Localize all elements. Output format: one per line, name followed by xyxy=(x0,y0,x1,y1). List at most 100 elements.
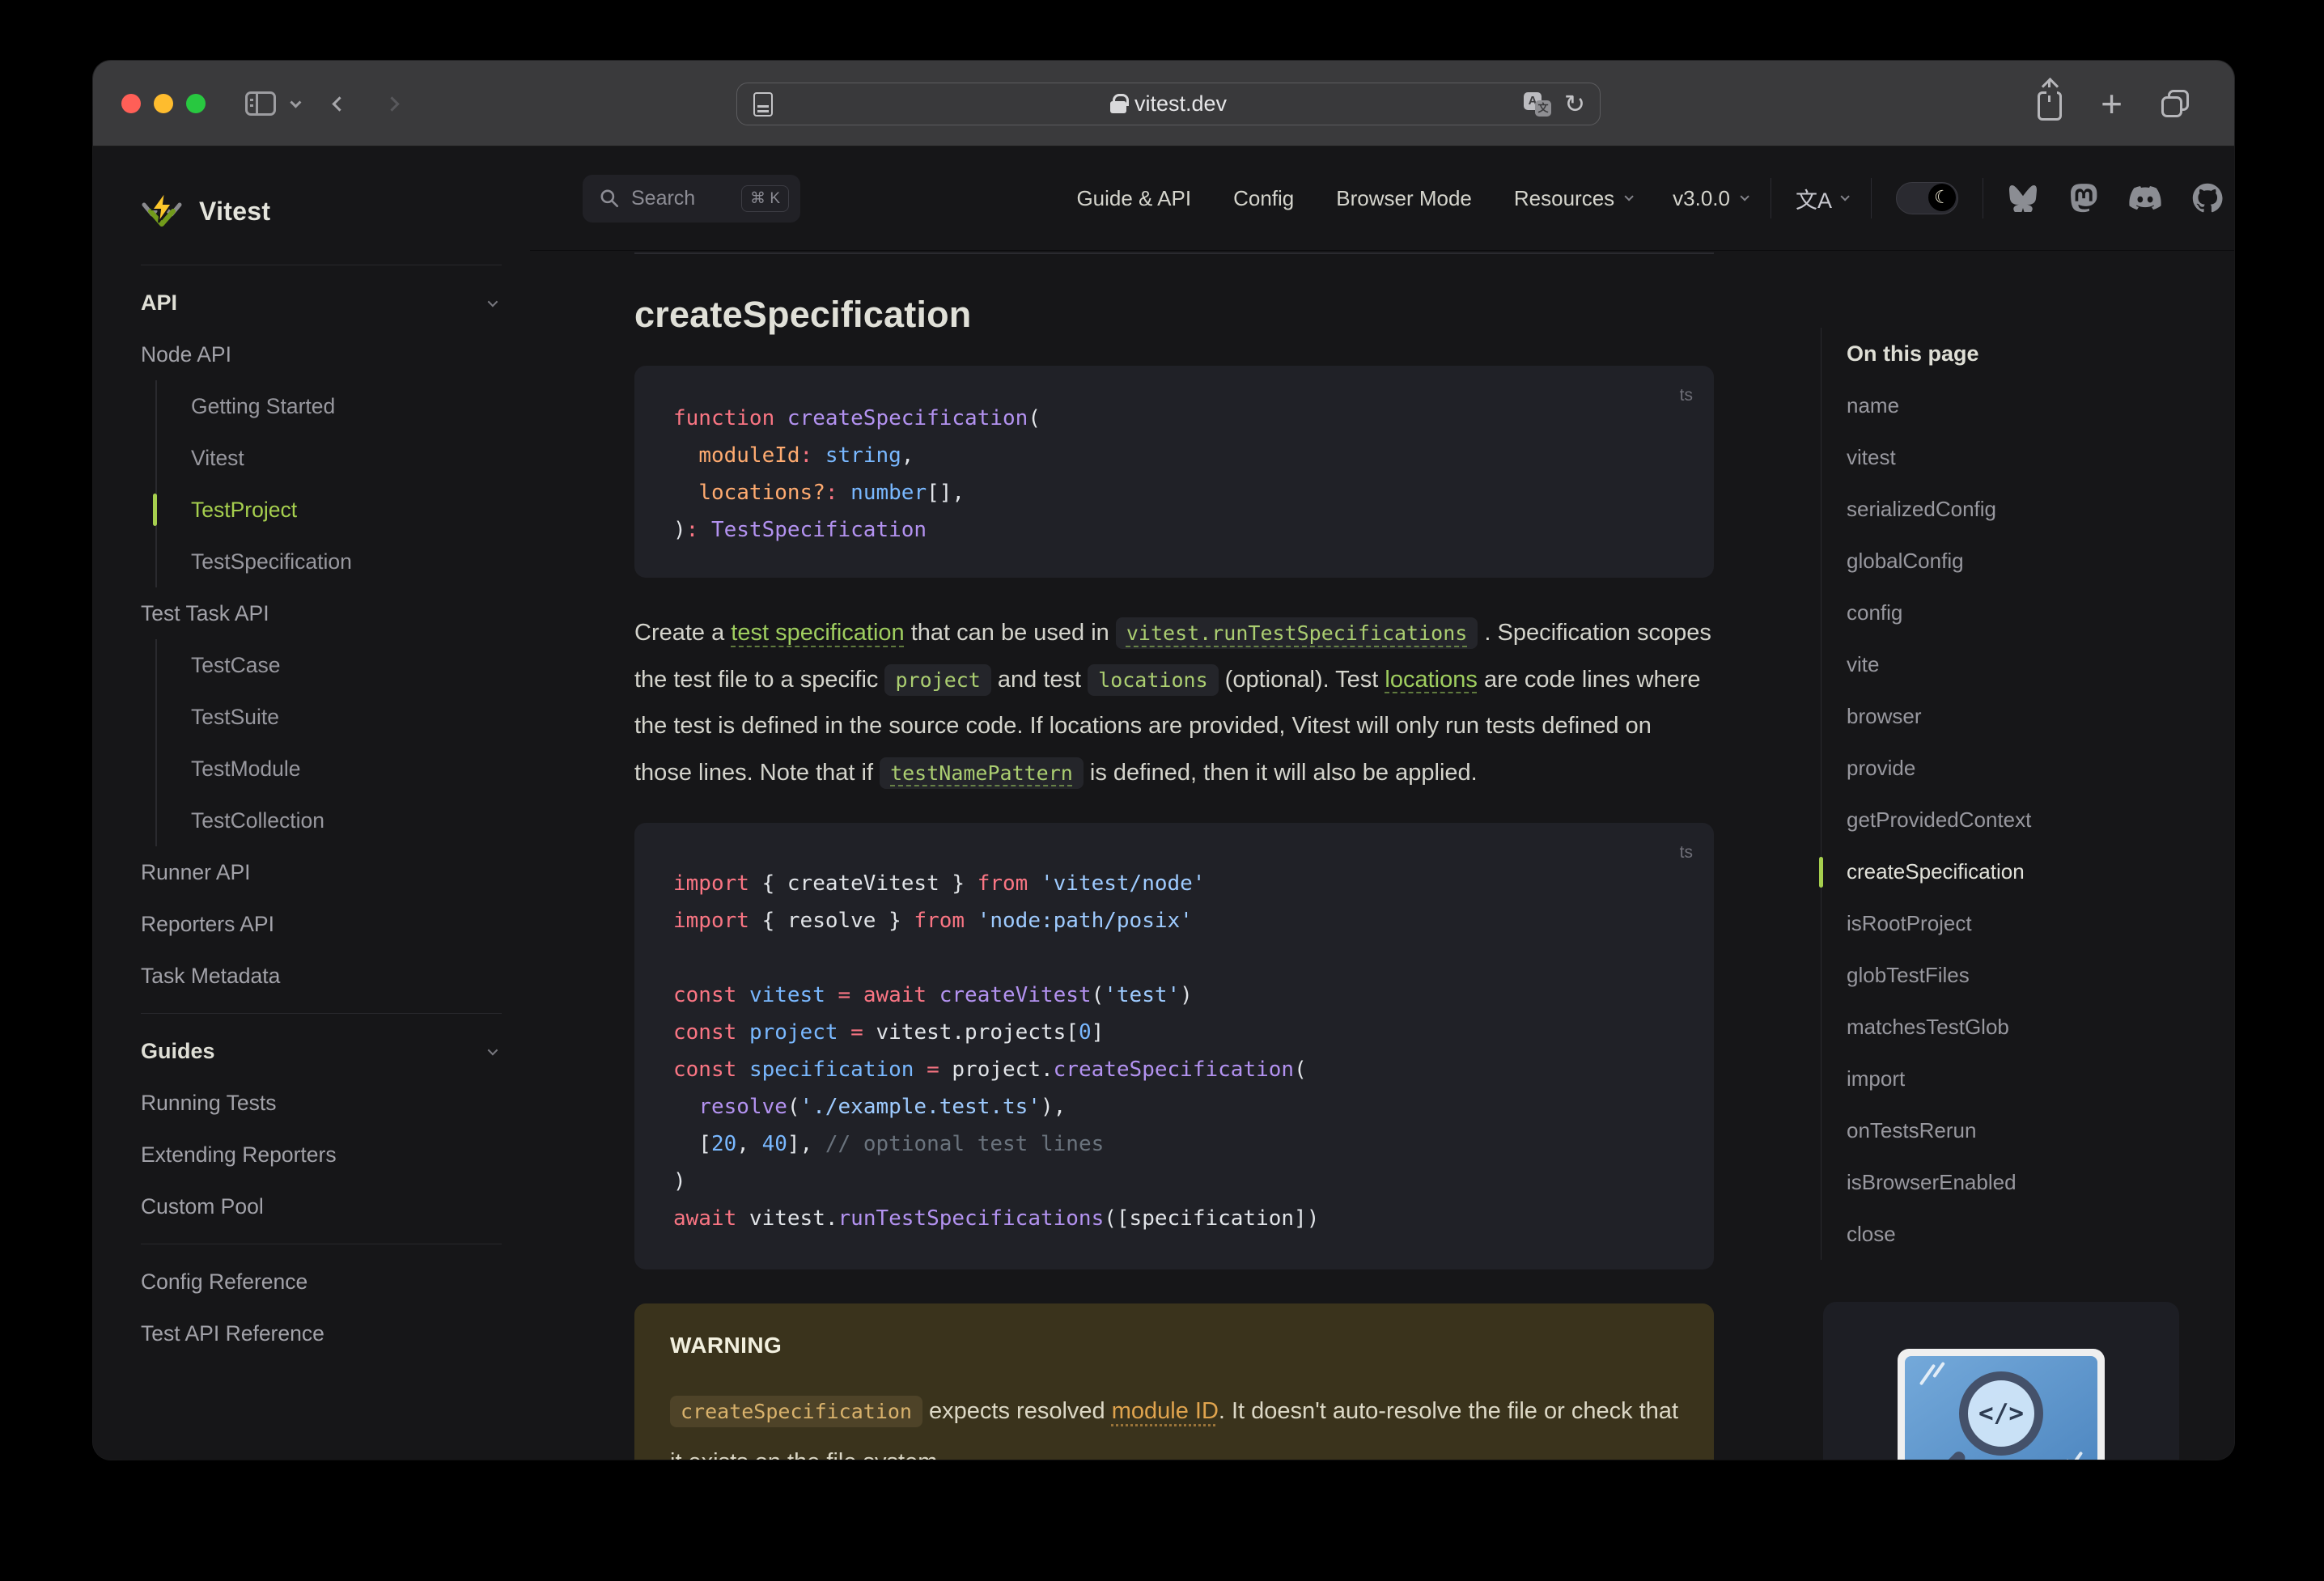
search-placeholder: Search xyxy=(631,186,696,210)
doc-link-test-specification[interactable]: test specification xyxy=(731,620,904,646)
sidebar-chevron-icon[interactable] xyxy=(290,96,302,108)
code-lang-badge: ts xyxy=(1679,843,1693,862)
nav-link-label: v3.0.0 xyxy=(1673,185,1730,210)
sidebar-item-testcase[interactable]: TestCase xyxy=(191,639,530,691)
nav-link-config[interactable]: Config xyxy=(1233,186,1294,211)
nav-link-label: Browser Mode xyxy=(1336,185,1472,210)
magnifier-code-icon: </> xyxy=(1959,1371,2043,1456)
docs-sidebar: Vitest API Node API Getting Started Vitest T… xyxy=(93,146,530,1460)
chevron-down-icon xyxy=(1740,192,1749,201)
warning-link-module-id[interactable]: module ID xyxy=(1112,1398,1219,1424)
code-line: import { createVitest } from 'vitest/nod… xyxy=(673,871,1206,896)
sidebar-item-running-tests[interactable]: Running Tests xyxy=(141,1077,530,1129)
sidebar-item-testcollection[interactable]: TestCollection xyxy=(191,795,530,846)
doc-code-link-testnamepattern[interactable]: testNamePattern xyxy=(880,757,1084,789)
toc-item-isrootproject[interactable]: isRootProject xyxy=(1847,897,2201,949)
nav-link-browser-mode[interactable]: Browser Mode xyxy=(1336,186,1472,211)
toc-item-globalconfig[interactable]: globalConfig xyxy=(1847,535,2201,587)
sidebar-item-node-api[interactable]: Node API xyxy=(141,328,530,380)
toc-item-name[interactable]: name xyxy=(1847,379,2201,431)
social-links xyxy=(2008,183,2223,214)
toc-item-provide[interactable]: provide xyxy=(1847,742,2201,794)
code-line: import { resolve } from 'node:path/posix… xyxy=(673,909,1193,933)
sidebar-item-config-reference[interactable]: Config Reference xyxy=(141,1256,530,1308)
toc-item-vitest[interactable]: vitest xyxy=(1847,431,2201,483)
ad-card[interactable]: </> xyxy=(1823,1302,2179,1460)
sidebar-item-vitest[interactable]: Vitest xyxy=(191,432,530,484)
toc-item-createspecification[interactable]: createSpecification xyxy=(1819,846,2201,897)
toc-item-import[interactable]: import xyxy=(1847,1053,2201,1104)
sidebar-subgroup: TestCase TestSuite TestModule TestCollectio… xyxy=(155,639,530,846)
chevron-down-icon xyxy=(487,1045,498,1055)
toc-item-browser[interactable]: browser xyxy=(1847,690,2201,742)
sidebar-item-test-task-api[interactable]: Test Task API xyxy=(141,587,530,639)
vitest-logo[interactable]: Vitest xyxy=(93,146,530,242)
sidebar-section-api[interactable]: API xyxy=(141,277,502,328)
sidebar-item-testproject[interactable]: TestProject xyxy=(153,484,530,536)
sidebar-item-testsuite[interactable]: TestSuite xyxy=(191,691,530,743)
toc-list: name vitest serializedConfig globalConfig co… xyxy=(1819,379,2201,1260)
nav-link-v3-0-0[interactable]: v3.0.0 xyxy=(1673,185,1749,211)
toc-item-ontestsrerun[interactable]: onTestsRerun xyxy=(1847,1104,2201,1156)
url-bar[interactable]: vitest.dev A文 ↻ xyxy=(736,83,1601,125)
share-icon[interactable] xyxy=(2038,81,2063,121)
toc-item-globtestfiles[interactable]: globTestFiles xyxy=(1847,949,2201,1001)
nav-link-resources[interactable]: Resources xyxy=(1514,186,1634,211)
code-block-example[interactable]: ts import { createVitest } from 'vitest/… xyxy=(634,823,1714,1269)
sidebar-item-reporters-api[interactable]: Reporters API xyxy=(141,898,530,950)
sidebar-item-test-api-reference[interactable]: Test API Reference xyxy=(141,1308,530,1359)
maximize-window-button[interactable] xyxy=(186,94,206,113)
toc-item-config[interactable]: config xyxy=(1847,587,2201,638)
close-window-button[interactable] xyxy=(121,94,141,113)
browser-titlebar: vitest.dev A文 ↻ + xyxy=(93,61,2234,146)
inline-code: project xyxy=(884,663,991,696)
minimize-window-button[interactable] xyxy=(154,94,173,113)
toc-item-serializedconfig[interactable]: serializedConfig xyxy=(1847,483,2201,535)
mastodon-icon[interactable] xyxy=(2069,183,2098,214)
nav-link-guide-api[interactable]: Guide & API xyxy=(1076,186,1191,211)
url-text: vitest.dev xyxy=(1134,91,1228,116)
vitest-docs-app: Vitest API Node API Getting Started Vitest T… xyxy=(93,146,2234,1460)
browser-window: vitest.dev A文 ↻ + Vitest API Node API Ge… xyxy=(93,61,2234,1460)
reload-icon[interactable]: ↻ xyxy=(1564,90,1585,119)
sidebar-item-getting-started[interactable]: Getting Started xyxy=(191,380,530,432)
code-line: await vitest.runTestSpecifications([spec… xyxy=(673,1206,1320,1231)
search-input[interactable]: Search ⌘ K xyxy=(583,174,800,223)
page-title: createSpecification xyxy=(634,294,972,335)
sidebar-item-testmodule[interactable]: TestModule xyxy=(191,743,530,795)
language-menu-button[interactable]: 文A xyxy=(1796,183,1850,214)
nav-links: Guide & API Config Browser Mode Resources v3… xyxy=(1076,185,1749,211)
doc-code-link-vitest-runtestspecifications[interactable]: vitest.runTestSpecifications xyxy=(1115,617,1478,649)
tab-overview-icon[interactable] xyxy=(2161,90,2189,117)
code-line: [20, 40], // optional test lines xyxy=(673,1132,1105,1156)
back-icon[interactable] xyxy=(332,95,347,112)
lock-icon xyxy=(1109,93,1129,113)
discord-icon[interactable] xyxy=(2129,185,2161,211)
top-navbar: Search ⌘ K Guide & API Config Browser Mode… xyxy=(530,146,2234,251)
forward-icon[interactable] xyxy=(384,95,400,112)
github-icon[interactable] xyxy=(2192,183,2223,214)
toc-item-matchestestglob[interactable]: matchesTestGlob xyxy=(1847,1001,2201,1053)
code-block-signature[interactable]: ts function createSpecification( moduleI… xyxy=(634,366,1714,578)
bluesky-icon[interactable] xyxy=(2008,184,2038,212)
sidebar-item-testspecification[interactable]: TestSpecification xyxy=(191,536,530,587)
toc-item-vite[interactable]: vite xyxy=(1847,638,2201,690)
toc-item-isbrowserenabled[interactable]: isBrowserEnabled xyxy=(1847,1156,2201,1208)
toc-item-close[interactable]: close xyxy=(1847,1208,2201,1260)
translate-icon[interactable]: A文 xyxy=(1524,91,1552,117)
toc-item-getprovidedcontext[interactable]: getProvidedContext xyxy=(1847,794,2201,846)
code-line: resolve('./example.test.ts'), xyxy=(698,1095,1067,1119)
sidebar-section-guides[interactable]: Guides xyxy=(141,1025,502,1077)
sidebar-item-runner-api[interactable]: Runner API xyxy=(141,846,530,898)
sidebar-item-custom-pool[interactable]: Custom Pool xyxy=(141,1180,530,1232)
moon-icon: ☾ xyxy=(1928,184,1956,211)
sidebar-item-extending-reporters[interactable]: Extending Reporters xyxy=(141,1129,530,1180)
toc-title: On this page xyxy=(1847,341,1979,366)
sidebar-toggle-icon[interactable] xyxy=(245,91,276,116)
nav-divider xyxy=(1871,178,1872,218)
inline-code: locations xyxy=(1088,663,1219,696)
theme-toggle[interactable]: ☾ xyxy=(1896,182,1958,214)
doc-link-locations[interactable]: locations xyxy=(1385,667,1477,693)
reader-view-icon[interactable] xyxy=(753,91,773,117)
sidebar-item-task-metadata[interactable]: Task Metadata xyxy=(141,950,530,1002)
